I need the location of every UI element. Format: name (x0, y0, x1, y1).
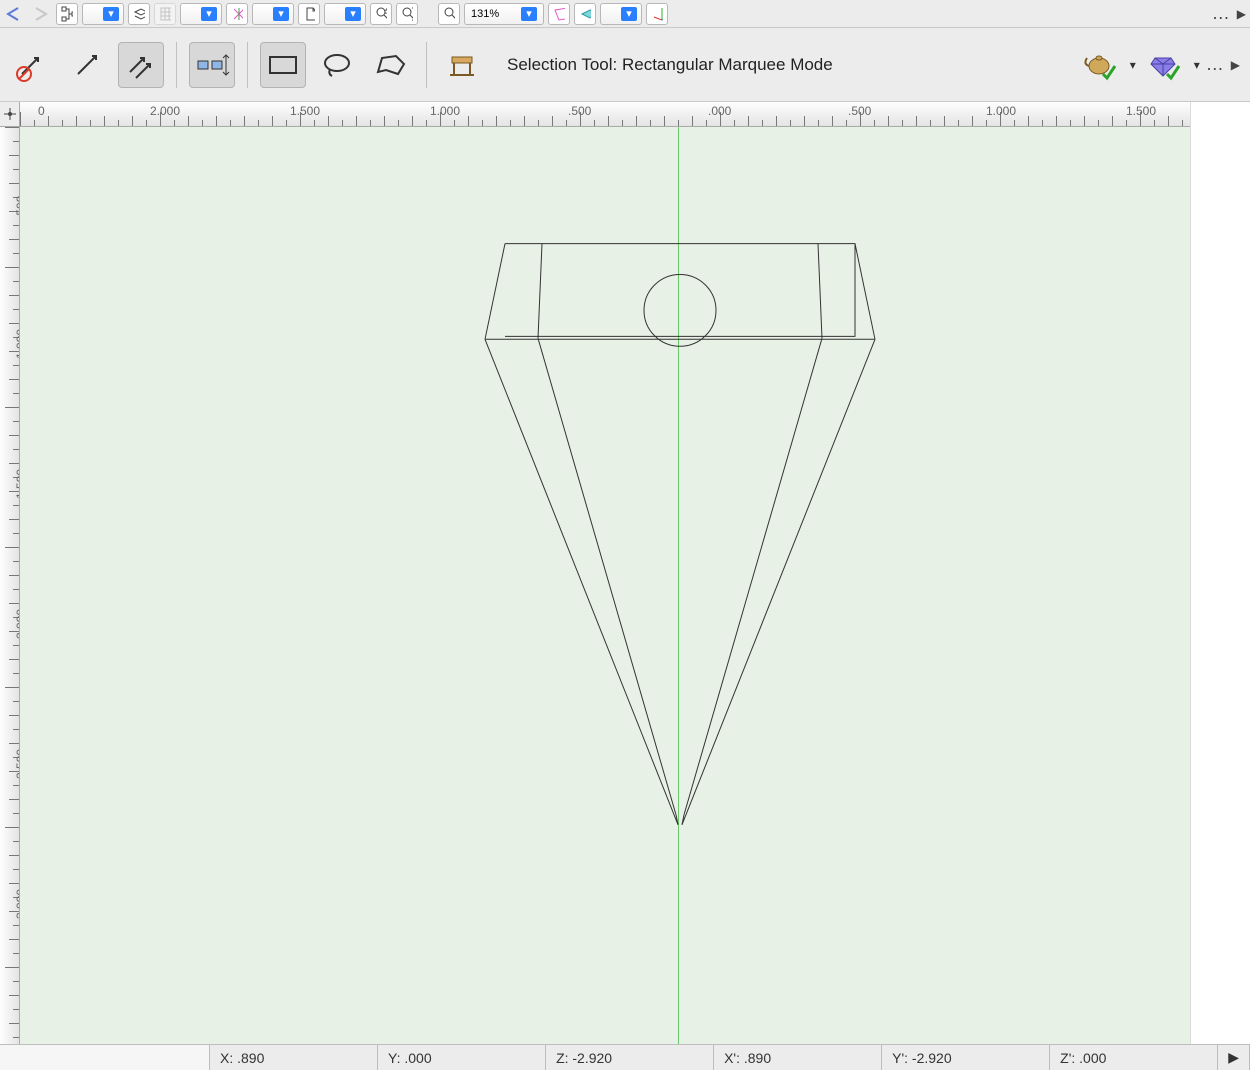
teapot-check-icon[interactable] (1078, 42, 1124, 88)
chevron-down-icon: ▾ (103, 7, 119, 21)
dropdown-4[interactable]: ▾ (324, 3, 366, 25)
resize-tool-icon[interactable] (189, 42, 235, 88)
ruler-h-label: 1.500 (1126, 104, 1156, 118)
tool-name-label: Selection Tool: Rectangular Marquee Mode (507, 55, 833, 75)
zoom-icon[interactable] (438, 3, 460, 25)
app-window: ▾ ▾ ▾ ▾ 131% ▾ ▾ (0, 0, 1250, 1070)
statusbar-overflow-icon[interactable]: ▶ (1218, 1045, 1250, 1070)
status-zp: Z': .000 (1050, 1045, 1218, 1070)
layers-icon[interactable] (128, 3, 150, 25)
ruler-origin-icon[interactable] (0, 102, 20, 127)
dropdown-5[interactable]: ▾ (600, 3, 642, 25)
select-multi-icon[interactable] (118, 42, 164, 88)
chevron-down-icon[interactable]: ▾ (1130, 58, 1136, 72)
chevron-down-icon: ▾ (345, 7, 361, 21)
polygon-lasso-icon[interactable] (368, 42, 414, 88)
select-none-icon[interactable] (10, 42, 56, 88)
more-icon[interactable]: … (1206, 54, 1225, 75)
chevron-down-icon: ▾ (621, 7, 637, 21)
plane-cyan-icon[interactable] (574, 3, 596, 25)
marquee-rect-icon[interactable] (260, 42, 306, 88)
dropdown-1[interactable]: ▾ (82, 3, 124, 25)
ruler-h-label: .500 (568, 104, 591, 118)
grid-icon[interactable] (154, 3, 176, 25)
ruler-h-label: .000 (708, 104, 731, 118)
document-icon[interactable] (298, 3, 320, 25)
select-single-icon[interactable] (64, 42, 110, 88)
status-z: Z: -2.920 (546, 1045, 714, 1070)
dropdown-2[interactable]: ▾ (180, 3, 222, 25)
status-bar: X: .890 Y: .000 Z: -2.920 X': .890 Y': -… (0, 1044, 1250, 1070)
hierarchy-icon[interactable] (56, 3, 78, 25)
ruler-h-label: .500 (848, 104, 871, 118)
chevron-down-icon[interactable]: ▾ (1194, 58, 1200, 72)
chevron-down-icon: ▾ (521, 7, 537, 21)
status-yp: Y': -2.920 (882, 1045, 1050, 1070)
overflow-arrow-icon[interactable]: ▶ (1237, 7, 1246, 21)
overflow-arrow-icon[interactable]: ▶ (1231, 58, 1240, 72)
zoom-fit-icon[interactable] (396, 3, 418, 25)
status-xp: X': .890 (714, 1045, 882, 1070)
zoom-selection-icon[interactable] (370, 3, 392, 25)
ruler-h-label: 1.000 (430, 104, 460, 118)
toolbar-tool-options: Selection Tool: Rectangular Marquee Mode… (0, 28, 1250, 102)
separator (176, 42, 177, 88)
axes-icon[interactable] (226, 3, 248, 25)
statusbar-spacer (0, 1045, 210, 1070)
ruler-vertical[interactable]: .5001.0001.5002.0002.5003.000 (0, 127, 20, 1044)
zoom-value: 131% (471, 8, 499, 20)
ruler-horizontal[interactable]: 0 2.000 1.500 1.000 .500 .000 .500 1.000 1.500 (20, 102, 1190, 127)
chevron-down-icon: ▾ (273, 7, 289, 21)
chevron-down-icon: ▾ (201, 7, 217, 21)
nav-back-icon[interactable] (4, 5, 26, 23)
gem-check-icon[interactable] (1142, 42, 1188, 88)
lasso-icon[interactable] (314, 42, 360, 88)
plane-pink-icon[interactable] (548, 3, 570, 25)
canvas[interactable] (20, 127, 1190, 1044)
work-area: 0 2.000 1.500 1.000 .500 .000 .500 1.000 1.500 .… (0, 102, 1190, 1044)
status-x: X: .890 (210, 1045, 378, 1070)
zoom-field[interactable]: 131% ▾ (464, 3, 544, 25)
furniture-tool-icon[interactable] (439, 42, 485, 88)
right-panel (1190, 102, 1250, 1044)
more-icon[interactable]: … (1212, 3, 1231, 24)
ruler-h-label: 0 (38, 104, 45, 118)
status-y: Y: .000 (378, 1045, 546, 1070)
ruler-h-label: 1.500 (290, 104, 320, 118)
nav-forward-icon[interactable] (30, 5, 52, 23)
ruler-h-label: 2.000 (150, 104, 180, 118)
separator (426, 42, 427, 88)
3d-axes-icon[interactable]: x (646, 3, 668, 25)
dropdown-3[interactable]: ▾ (252, 3, 294, 25)
separator (247, 42, 248, 88)
ruler-h-label: 1.000 (986, 104, 1016, 118)
drawing-content (20, 127, 1190, 1044)
toolbar-top: ▾ ▾ ▾ ▾ 131% ▾ ▾ (0, 0, 1250, 28)
